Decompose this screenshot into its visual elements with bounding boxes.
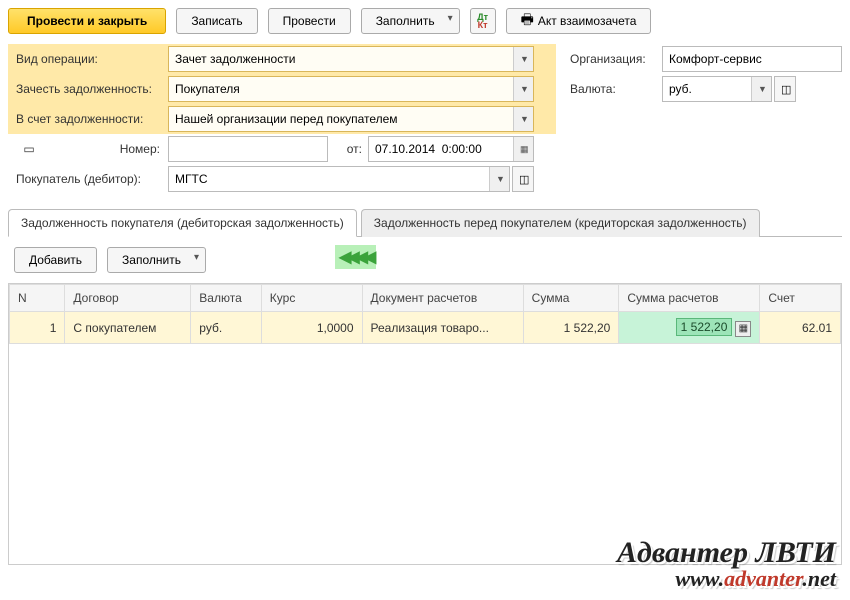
col-currency[interactable]: Валюта bbox=[191, 285, 262, 312]
col-contract[interactable]: Договор bbox=[65, 285, 191, 312]
number-label: Номер: bbox=[48, 142, 160, 156]
note-icon: ▭ bbox=[16, 142, 42, 156]
calendar-icon[interactable]: ▦ bbox=[513, 137, 533, 161]
operation-label: Вид операции: bbox=[8, 46, 168, 72]
calculator-icon[interactable]: ▦ bbox=[735, 321, 751, 337]
dt-kt-icon[interactable]: ДтКт bbox=[470, 8, 496, 34]
col-calc-sum[interactable]: Сумма расчетов bbox=[619, 285, 760, 312]
add-row-button[interactable]: Добавить bbox=[14, 247, 97, 273]
offset-select[interactable] bbox=[169, 77, 513, 101]
col-sum[interactable]: Сумма bbox=[523, 285, 619, 312]
org-select[interactable] bbox=[663, 47, 841, 71]
tab-debit[interactable]: Задолженность покупателя (дебиторская за… bbox=[8, 209, 357, 237]
watermark-title: Адвантер ЛВТИ bbox=[617, 538, 836, 568]
fill-table-button[interactable]: Заполнить bbox=[107, 247, 206, 273]
table-row[interactable]: 1 С покупателем руб. 1,0000 Реализация т… bbox=[10, 312, 841, 344]
fill-button[interactable]: Заполнить bbox=[361, 8, 460, 34]
org-label: Организация: bbox=[562, 46, 662, 72]
offset-label: Зачесть задолженность: bbox=[8, 76, 168, 102]
debt-table: N Договор Валюта Курс Документ расчетов … bbox=[8, 283, 842, 565]
currency-dropdown-icon[interactable]: ▼ bbox=[751, 77, 771, 101]
cell-sum: 1 522,20 bbox=[523, 312, 619, 344]
operation-dropdown-icon[interactable]: ▼ bbox=[513, 47, 533, 71]
submit-button[interactable]: Провести bbox=[268, 8, 351, 34]
calc-sum-value: 1 522,20 bbox=[676, 318, 733, 336]
offset-dropdown-icon[interactable]: ▼ bbox=[513, 77, 533, 101]
col-doc[interactable]: Документ расчетов bbox=[362, 285, 523, 312]
cell-account: 62.01 bbox=[760, 312, 841, 344]
currency-label: Валюта: bbox=[562, 76, 662, 102]
tab-bar: Задолженность покупателя (дебиторская за… bbox=[8, 208, 842, 237]
green-arrows-highlight: ◀◀◀◀ bbox=[335, 245, 376, 269]
against-select[interactable] bbox=[169, 107, 513, 131]
buyer-open-icon[interactable]: ◫ bbox=[512, 166, 534, 192]
number-input[interactable] bbox=[169, 137, 327, 161]
currency-select[interactable] bbox=[663, 77, 751, 101]
against-dropdown-icon[interactable]: ▼ bbox=[513, 107, 533, 131]
table-toolbar: Добавить Заполнить bbox=[8, 237, 842, 283]
cell-n: 1 bbox=[10, 312, 65, 344]
cell-rate: 1,0000 bbox=[261, 312, 362, 344]
watermark: Адвантер ЛВТИ www.advanter.net bbox=[617, 538, 836, 590]
cell-currency: руб. bbox=[191, 312, 262, 344]
against-label: В счет задолженности: bbox=[8, 106, 168, 132]
main-toolbar: Провести и закрыть Записать Провести Зап… bbox=[8, 8, 842, 34]
buyer-dropdown-icon[interactable]: ▼ bbox=[489, 167, 509, 191]
tab-credit[interactable]: Задолженность перед покупателем (кредито… bbox=[361, 209, 760, 237]
act-button[interactable]: 🖶 Акт взаимозачета bbox=[506, 8, 652, 34]
col-rate[interactable]: Курс bbox=[261, 285, 362, 312]
currency-open-icon[interactable]: ◫ bbox=[774, 76, 796, 102]
operation-select[interactable] bbox=[169, 47, 513, 71]
act-label: Акт взаимозачета bbox=[538, 14, 637, 28]
col-n[interactable]: N bbox=[10, 285, 65, 312]
buyer-select[interactable] bbox=[169, 167, 489, 191]
buyer-label: Покупатель (дебитор): bbox=[8, 166, 168, 192]
watermark-url: www.advanter.net bbox=[617, 568, 836, 590]
submit-and-close-button[interactable]: Провести и закрыть bbox=[8, 8, 166, 34]
from-label: от: bbox=[328, 142, 368, 156]
cell-doc: Реализация товаро... bbox=[362, 312, 523, 344]
cell-contract: С покупателем bbox=[65, 312, 191, 344]
col-account[interactable]: Счет bbox=[760, 285, 841, 312]
save-button[interactable]: Записать bbox=[176, 8, 257, 34]
cell-calc-sum[interactable]: 1 522,20▦ bbox=[619, 312, 760, 344]
date-input[interactable] bbox=[369, 137, 513, 161]
printer-icon: 🖶 bbox=[521, 9, 534, 33]
